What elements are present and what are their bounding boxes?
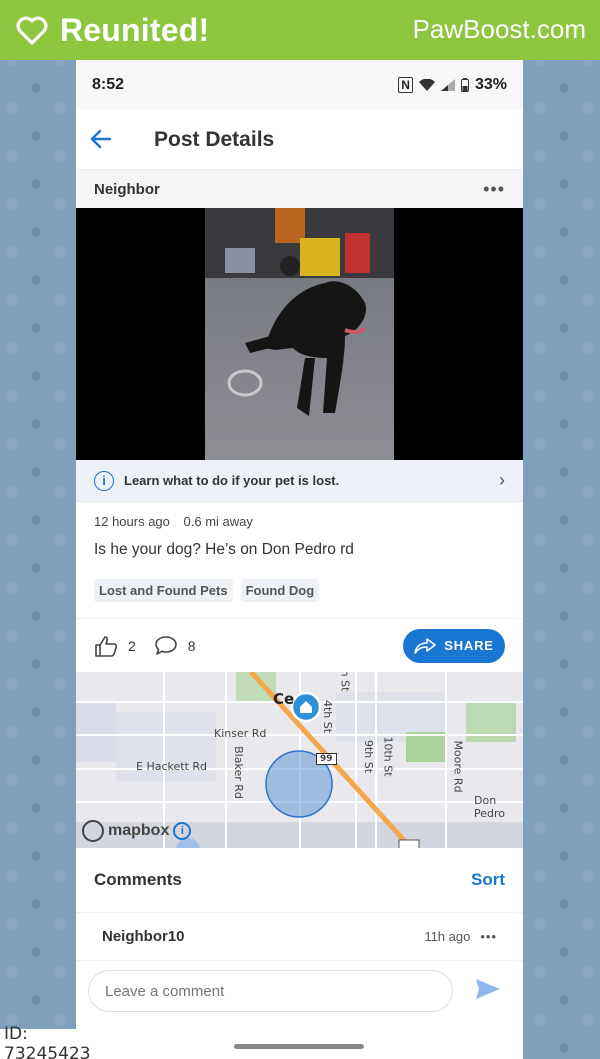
comment-button[interactable]: 8 bbox=[154, 635, 196, 657]
mapbox-wordmark: mapbox bbox=[108, 822, 170, 839]
heart-icon bbox=[14, 12, 50, 48]
image-id-label: ID: 73245423 bbox=[0, 1024, 114, 1059]
map-label-fourth: 4th St bbox=[321, 699, 335, 734]
comments-title: Comments bbox=[94, 870, 182, 889]
wifi-icon bbox=[418, 79, 435, 91]
nfc-icon: N bbox=[398, 77, 413, 93]
learn-lost-pet-link[interactable]: i Learn what to do if your pet is lost. … bbox=[76, 460, 523, 502]
share-button[interactable]: SHARE bbox=[403, 628, 505, 663]
comment-item[interactable]: Neighbor10 11h ago ••• bbox=[76, 913, 523, 961]
sort-button[interactable]: Sort bbox=[471, 870, 505, 890]
map-label-ninth: 9th St bbox=[362, 739, 376, 774]
map-info-icon[interactable]: i bbox=[173, 822, 192, 840]
battery-icon bbox=[460, 78, 469, 92]
banner-title: Reunited! bbox=[60, 11, 210, 48]
comment-time: 11h ago bbox=[424, 929, 471, 944]
post-distance: 0.6 mi away bbox=[183, 514, 253, 529]
dog-photo[interactable] bbox=[205, 208, 394, 460]
map-label-sth: h St bbox=[338, 672, 352, 692]
comment-count: 8 bbox=[187, 637, 196, 654]
post-tags: Lost and Found Pets Found Dog bbox=[76, 559, 523, 602]
gesture-bar bbox=[234, 1044, 364, 1049]
battery-level: 33% bbox=[474, 76, 507, 93]
post-time: 12 hours ago bbox=[94, 514, 170, 529]
learn-text: Learn what to do if your pet is lost. bbox=[124, 473, 340, 488]
comment-bubble-icon bbox=[154, 635, 177, 655]
comment-meta: 11h ago ••• bbox=[424, 929, 497, 944]
app-bar: Post Details bbox=[76, 110, 523, 170]
brand-name: PawBoost.com bbox=[412, 14, 586, 44]
like-button[interactable]: 2 bbox=[94, 635, 136, 657]
comment-more-icon[interactable]: ••• bbox=[480, 929, 497, 944]
comments-header: Comments Sort bbox=[76, 848, 523, 913]
thumbs-up-icon bbox=[95, 635, 118, 657]
share-arrow-icon bbox=[414, 637, 437, 654]
back-arrow-icon[interactable] bbox=[90, 124, 134, 156]
share-label: SHARE bbox=[444, 638, 494, 653]
status-time: 8:52 bbox=[92, 76, 125, 93]
comment-composer bbox=[76, 963, 523, 1019]
reunited-banner: Reunited! PawBoost.com bbox=[0, 0, 600, 60]
map-label-hackett: E Hackett Rd bbox=[136, 760, 208, 773]
post-meta: 12 hours ago 0.6 mi away bbox=[76, 502, 523, 529]
post-photo-container[interactable] bbox=[76, 208, 523, 460]
like-count: 2 bbox=[128, 637, 136, 654]
signal-icon bbox=[440, 79, 455, 91]
tag-found-dog[interactable]: Found Dog bbox=[240, 579, 320, 602]
map-label-kinser: Kinser Rd bbox=[214, 727, 267, 740]
post-header: Neighbor ••• bbox=[76, 170, 523, 208]
chevron-right-icon: › bbox=[499, 470, 505, 490]
tag-lost-and-found[interactable]: Lost and Found Pets bbox=[94, 579, 233, 602]
location-map[interactable]: Ce h St Kinser Rd E Hackett Rd Blaker Rd… bbox=[76, 672, 523, 848]
page-title: Post Details bbox=[154, 127, 275, 151]
comment-user: Neighbor10 bbox=[102, 928, 185, 945]
mapbox-attribution[interactable]: mapbox i bbox=[82, 820, 192, 842]
comment-input[interactable] bbox=[88, 970, 453, 1012]
post-author: Neighbor bbox=[94, 180, 160, 198]
info-icon: i bbox=[94, 470, 114, 491]
map-label-ce: Ce bbox=[273, 690, 295, 708]
post-actions: 2 8 SHARE bbox=[76, 618, 523, 672]
mapbox-logo-icon bbox=[82, 820, 104, 842]
map-label-route: 99 bbox=[316, 753, 337, 765]
phone-screen: 8:52 N 33% Post Details Neighbor ••• i L… bbox=[76, 60, 523, 1059]
status-icons: N 33% bbox=[398, 76, 507, 94]
map-label-moore: Moore Rd bbox=[451, 740, 465, 793]
status-bar: 8:52 N 33% bbox=[76, 60, 523, 110]
send-icon[interactable] bbox=[475, 978, 511, 1005]
more-options-icon[interactable]: ••• bbox=[483, 179, 505, 200]
post-text: Is he your dog? He’s on Don Pedro rd bbox=[94, 541, 354, 558]
map-label-tenth: 10th St bbox=[381, 736, 395, 777]
map-label-blaker: Blaker Rd bbox=[231, 746, 245, 799]
map-label-donpedro: Don Pedro bbox=[474, 794, 506, 820]
